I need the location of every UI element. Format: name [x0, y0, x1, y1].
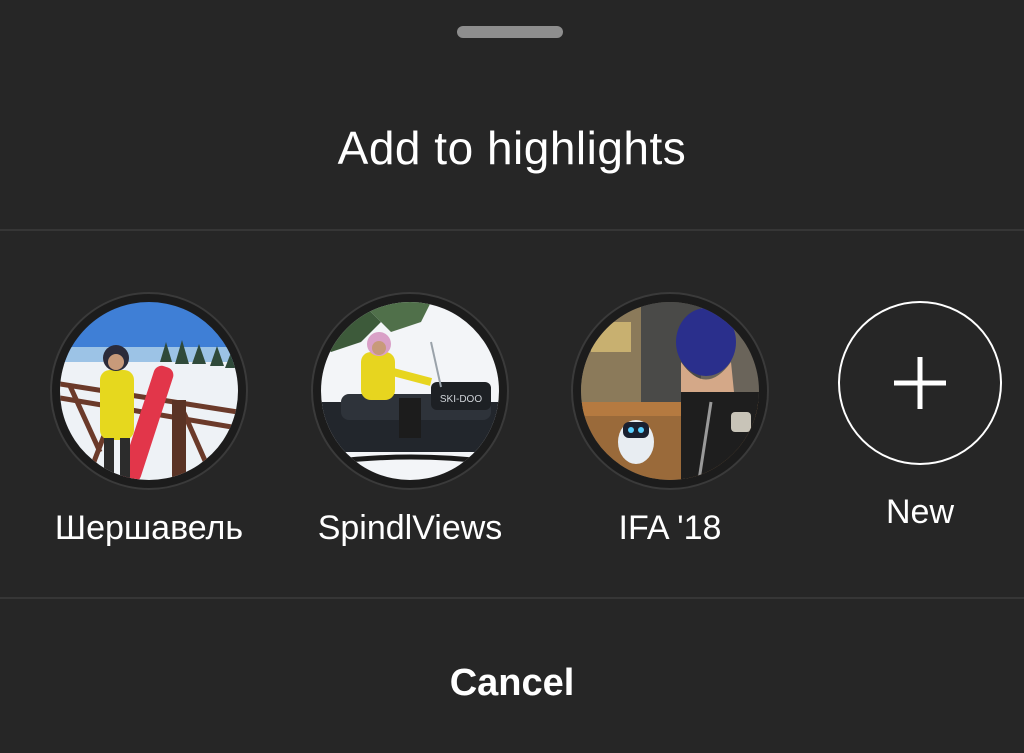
sheet-title: Add to highlights	[337, 122, 687, 174]
highlight-cover-ring[interactable]: SKI-DOO	[311, 292, 509, 490]
highlight-item-2[interactable]: SKI-DOO SpindlViews	[290, 290, 530, 550]
divider	[0, 229, 1024, 231]
highlight-label: SpindlViews	[317, 509, 503, 547]
highlight-cover-image-3	[581, 302, 759, 480]
divider	[0, 597, 1024, 599]
sheet-drag-handle[interactable]	[457, 26, 563, 38]
highlight-item-1[interactable]: Шершавель	[29, 290, 269, 550]
new-highlight-label: New	[885, 493, 955, 531]
highlight-cover-image-1	[60, 302, 238, 480]
snowmobile-photo-icon: SKI-DOO	[321, 302, 499, 480]
highlight-label: IFA '18	[618, 509, 722, 547]
highlight-label: Шершавель	[54, 509, 244, 547]
svg-text:SKI-DOO: SKI-DOO	[440, 394, 482, 405]
plus-icon	[894, 357, 946, 409]
snowboarder-photo-icon	[60, 302, 238, 480]
cancel-button[interactable]: Cancel	[0, 658, 1024, 708]
new-highlight-button[interactable]	[838, 301, 1002, 465]
highlight-cover-image-2: SKI-DOO	[321, 302, 499, 480]
robot-photo-icon	[581, 302, 759, 480]
new-highlight-item[interactable]: New	[800, 290, 1024, 550]
highlight-cover-ring[interactable]	[571, 292, 769, 490]
highlight-item-3[interactable]: IFA '18	[550, 290, 790, 550]
highlight-cover-ring[interactable]	[50, 292, 248, 490]
